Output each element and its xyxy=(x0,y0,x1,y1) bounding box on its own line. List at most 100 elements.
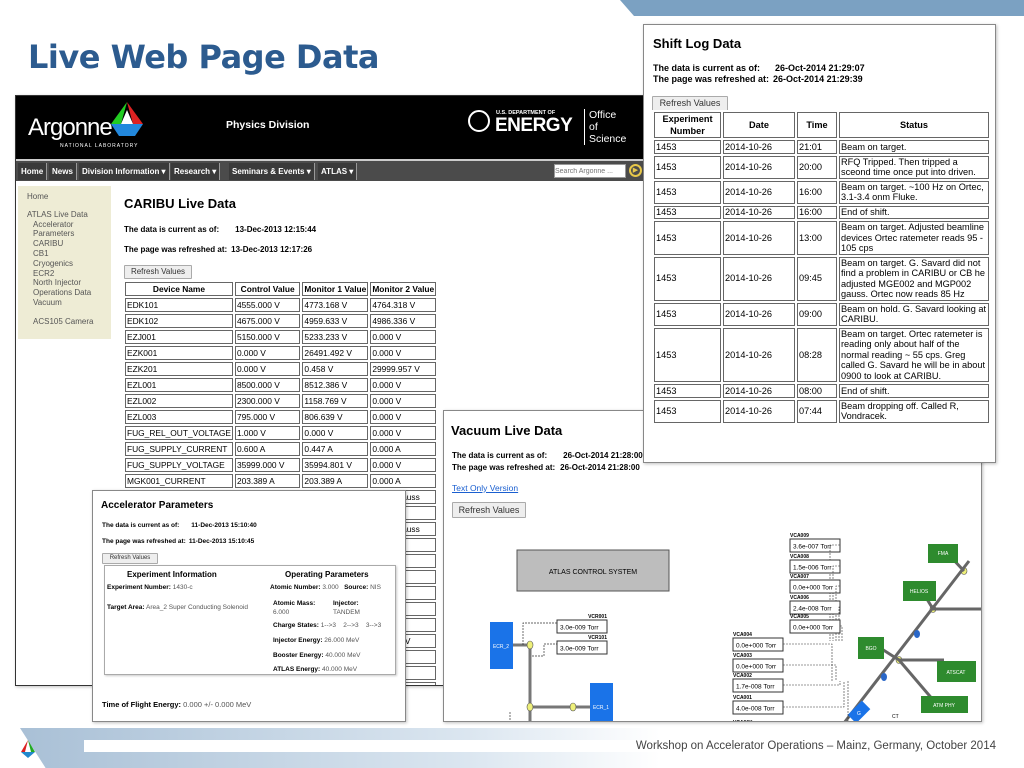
table-cell: 1.000 V xyxy=(234,426,301,440)
table-cell: 0.000 V xyxy=(370,330,437,344)
sidebar-item[interactable]: Vacuum xyxy=(33,298,111,308)
sidebar-item[interactable]: Cryogenics xyxy=(33,259,111,269)
experiment-info-header: Experiment Information xyxy=(127,570,217,579)
column-header: Monitor 2 Value xyxy=(370,282,437,296)
table-cell: EZL001 xyxy=(125,378,233,392)
table-cell: 5150.000 V xyxy=(234,330,301,344)
table-cell: 1453 xyxy=(654,384,721,398)
table-cell: End of shift. xyxy=(839,384,989,398)
table-cell: 09:00 xyxy=(797,302,837,326)
gauge-connector xyxy=(783,664,837,681)
argonne-logo[interactable]: Argonne xyxy=(28,114,113,142)
column-header: Device Name xyxy=(125,282,233,296)
table-cell: 2014-10-26 xyxy=(723,180,795,204)
sidebar-item[interactable]: Operations Data xyxy=(33,288,111,298)
table-cell: 0.000 A xyxy=(370,442,437,456)
table-cell: 2014-10-26 xyxy=(723,140,795,154)
table-row: EDK101 4555.000 V 4773.168 V 4764.318 V xyxy=(125,298,437,312)
header-band xyxy=(620,0,1024,16)
argonne-logo-icon xyxy=(21,740,35,758)
area-helios[interactable]: HELIOS xyxy=(910,589,929,595)
ecr1-source[interactable] xyxy=(590,683,613,722)
refresh-values-button[interactable]: Refresh Values xyxy=(102,553,158,564)
refreshed-value: 13-Dec-2013 12:17:26 xyxy=(231,245,313,254)
table-cell: EZL002 xyxy=(125,394,233,408)
table-cell: Beam on hold. G. Savard looking at CARIB… xyxy=(839,302,989,326)
search-input[interactable] xyxy=(554,164,626,178)
injector-energy-label: Injector Energy: xyxy=(273,637,323,644)
table-row: FUG_SUPPLY_VOLTAGE 35999.000 V 35994.801 V… xyxy=(125,458,437,472)
table-cell: 2014-10-26 xyxy=(723,399,795,423)
table-cell: 1453 xyxy=(654,302,721,326)
area-bgo[interactable]: BGO xyxy=(865,646,876,652)
page-title: CARIBU Live Data xyxy=(124,196,236,211)
nav-research[interactable]: Research ▾ xyxy=(171,163,221,180)
nav-seminars-events[interactable]: Seminars & Events ▾ xyxy=(229,163,315,180)
current-value: 26-Oct-2014 21:29:07 xyxy=(775,63,865,73)
nav-news[interactable]: News xyxy=(49,163,77,180)
refresh-values-button[interactable]: Refresh Values xyxy=(652,96,728,111)
table-row: 1453 2014-10-26 07:44 Beam dropping off. Ca… xyxy=(654,399,989,423)
table-row: 1453 2014-10-26 08:00 End of shift. xyxy=(654,384,989,398)
table-row: 1453 2014-10-26 16:00 End of shift. xyxy=(654,205,989,219)
table-cell: 0.458 V xyxy=(302,362,369,376)
area-fma[interactable]: FMA xyxy=(938,551,949,557)
gauge-value: 3.0e-009 Torr xyxy=(560,625,599,632)
column-header: Date xyxy=(723,112,795,138)
shift-log-title: Shift Log Data xyxy=(653,36,742,51)
table-cell: 2014-10-26 xyxy=(723,205,795,219)
sidebar-item[interactable]: North Injector xyxy=(33,278,111,288)
table-cell: 0.000 V xyxy=(302,426,369,440)
site-header: Argonne NATIONAL LABORATORY Physics Divi… xyxy=(16,96,654,159)
nav-atlas[interactable]: ATLAS ▾ xyxy=(318,163,358,180)
table-cell: 2014-10-26 xyxy=(723,327,795,382)
table-cell: 0.000 V xyxy=(234,362,301,376)
doe-seal-icon xyxy=(468,110,490,132)
area-atscat[interactable]: ATSCAT xyxy=(947,670,966,676)
sidebar-item[interactable]: CARIBU xyxy=(33,239,111,249)
gauge-name: VCA001 xyxy=(733,695,752,701)
nav-home[interactable]: Home xyxy=(18,163,48,180)
area-g[interactable]: G xyxy=(857,711,861,717)
charge-states-value: 1-->3 2-->3 3-->3 xyxy=(320,622,382,629)
gauge-name: VCA002 xyxy=(733,673,752,679)
table-cell: 20:00 xyxy=(797,155,837,179)
table-cell: 1453 xyxy=(654,180,721,204)
table-cell: 4764.318 V xyxy=(370,298,437,312)
nav-division-information[interactable]: Division Information ▾ xyxy=(79,163,170,180)
sidebar-section[interactable]: ATLAS Live Data xyxy=(27,210,111,220)
gauge-name: VCA003 xyxy=(733,653,752,659)
table-header-row: Device Name Control Value Monitor 1 Value M… xyxy=(125,282,437,296)
area-atm-phy[interactable]: ATM PHY xyxy=(933,703,956,709)
table-cell: 2014-10-26 xyxy=(723,221,795,255)
search-go-icon[interactable]: ▶ xyxy=(629,164,642,177)
sidebar-item[interactable]: ECR2 xyxy=(33,269,111,279)
sidebar-home[interactable]: Home xyxy=(27,192,111,202)
atlas-energy-value: 40.000 MeV xyxy=(322,666,358,673)
table-cell: 35994.801 V xyxy=(302,458,369,472)
tof-label: Time of Flight Energy: xyxy=(102,700,182,709)
table-cell: Beam on target. xyxy=(839,140,989,154)
sidebar-item[interactable]: Accelerator xyxy=(33,220,111,230)
sidebar-item[interactable]: CB1 xyxy=(33,249,111,259)
table-row: 1453 2014-10-26 08:28 Beam on target. Ortec… xyxy=(654,327,989,382)
injector-value: TANDEM xyxy=(333,609,360,616)
current-label: The data is current as of: xyxy=(124,225,220,234)
current-label: The data is current as of: xyxy=(102,522,180,529)
doe-energy-text: ENERGY xyxy=(495,115,573,136)
table-cell: 08:28 xyxy=(797,327,837,382)
gauge-value: 3.6e-007 Torr xyxy=(793,544,832,551)
atomic-number-label: Atomic Number: xyxy=(270,584,321,591)
sidebar-item[interactable]: Parameters xyxy=(33,229,111,239)
atomic-mass-label: Atomic Mass: xyxy=(273,600,316,607)
doe-office-text: Office of Science xyxy=(584,109,626,145)
column-header: Time xyxy=(797,112,837,138)
slide-title: Live Web Page Data xyxy=(28,38,379,76)
refresh-values-button[interactable]: Refresh Values xyxy=(124,265,192,279)
table-cell: EDK102 xyxy=(125,314,233,328)
table-cell: 2300.000 V xyxy=(234,394,301,408)
operating-params-header: Operating Parameters xyxy=(285,570,369,579)
gauge-value: 0.0e+000 Torr xyxy=(793,625,834,632)
sidebar-camera[interactable]: ACS105 Camera xyxy=(27,317,111,327)
gauge-value: 4.0e-008 Torr xyxy=(736,706,775,713)
